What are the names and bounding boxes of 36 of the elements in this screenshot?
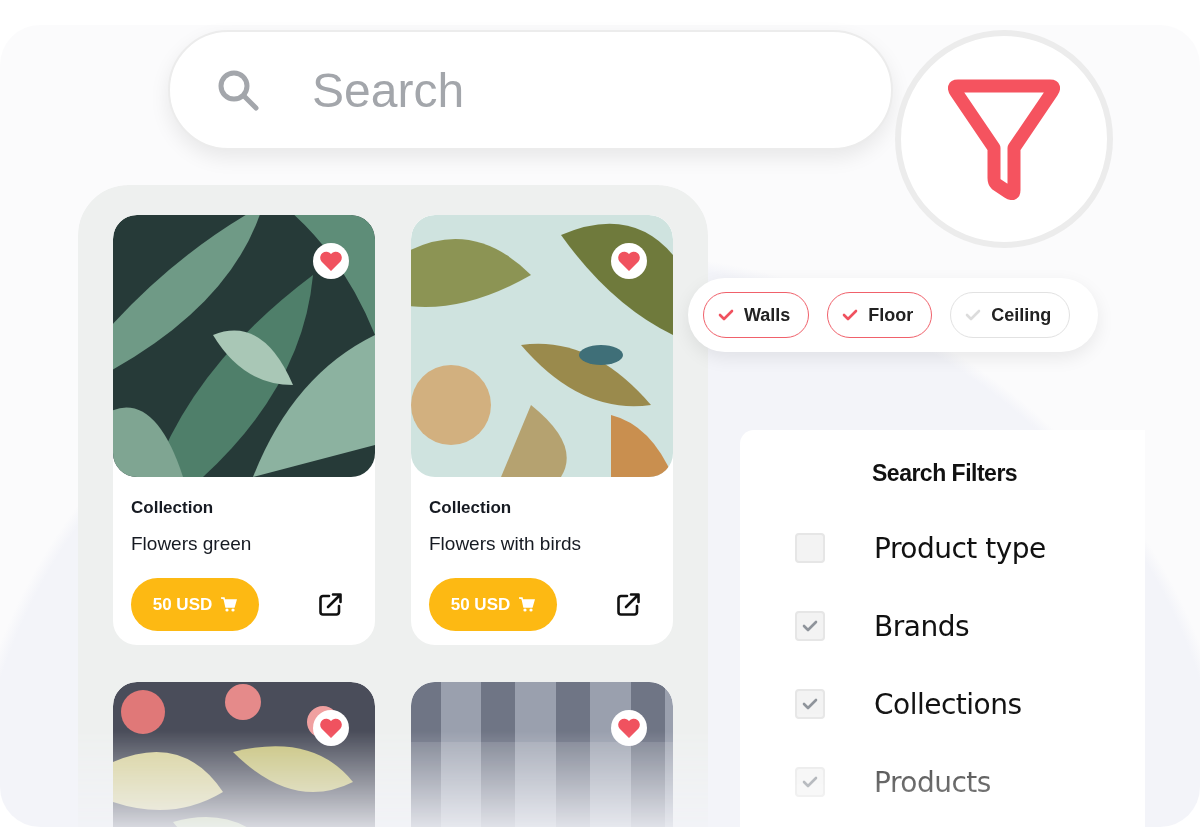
checkbox[interactable] xyxy=(795,533,825,563)
tag-chip[interactable]: Walls xyxy=(703,292,810,338)
check-icon xyxy=(802,620,818,632)
cart-icon xyxy=(519,597,536,612)
check-icon xyxy=(965,309,982,321)
check-icon xyxy=(718,309,734,321)
funnel-icon xyxy=(948,78,1060,200)
filter-title: Search Filters xyxy=(872,460,1019,487)
tag-chip[interactable]: Floor xyxy=(827,292,933,338)
filter-option: Products xyxy=(874,765,991,799)
tag-chip[interactable]: Ceiling xyxy=(950,292,1071,338)
product-category: Collection xyxy=(429,497,513,519)
external-link-icon xyxy=(318,592,343,617)
search-icon xyxy=(216,68,260,112)
filter-option: Brands xyxy=(874,609,969,643)
external-link-button[interactable] xyxy=(318,592,343,617)
product-name: Flowers green xyxy=(131,532,253,556)
cart-icon xyxy=(221,597,238,612)
heart-icon xyxy=(617,717,641,739)
heart-icon xyxy=(319,717,343,739)
checkbox[interactable] xyxy=(795,767,825,797)
checkbox[interactable] xyxy=(795,689,825,719)
check-icon xyxy=(842,309,859,321)
search-field[interactable]: Search xyxy=(168,30,893,150)
heart-icon xyxy=(617,250,641,272)
search-field[interactable]: Search xyxy=(310,61,714,119)
filter-option: Product type xyxy=(874,531,1046,565)
external-link-button[interactable] xyxy=(616,592,641,617)
checkbox[interactable] xyxy=(795,611,825,641)
heart-icon xyxy=(319,250,343,272)
check-icon xyxy=(802,698,818,710)
product-name: Flowers with birds xyxy=(429,532,583,556)
product-category: Collection xyxy=(131,497,215,519)
filter-option: Collections xyxy=(874,687,1022,721)
check-icon xyxy=(802,776,818,788)
external-link-icon xyxy=(616,592,641,617)
